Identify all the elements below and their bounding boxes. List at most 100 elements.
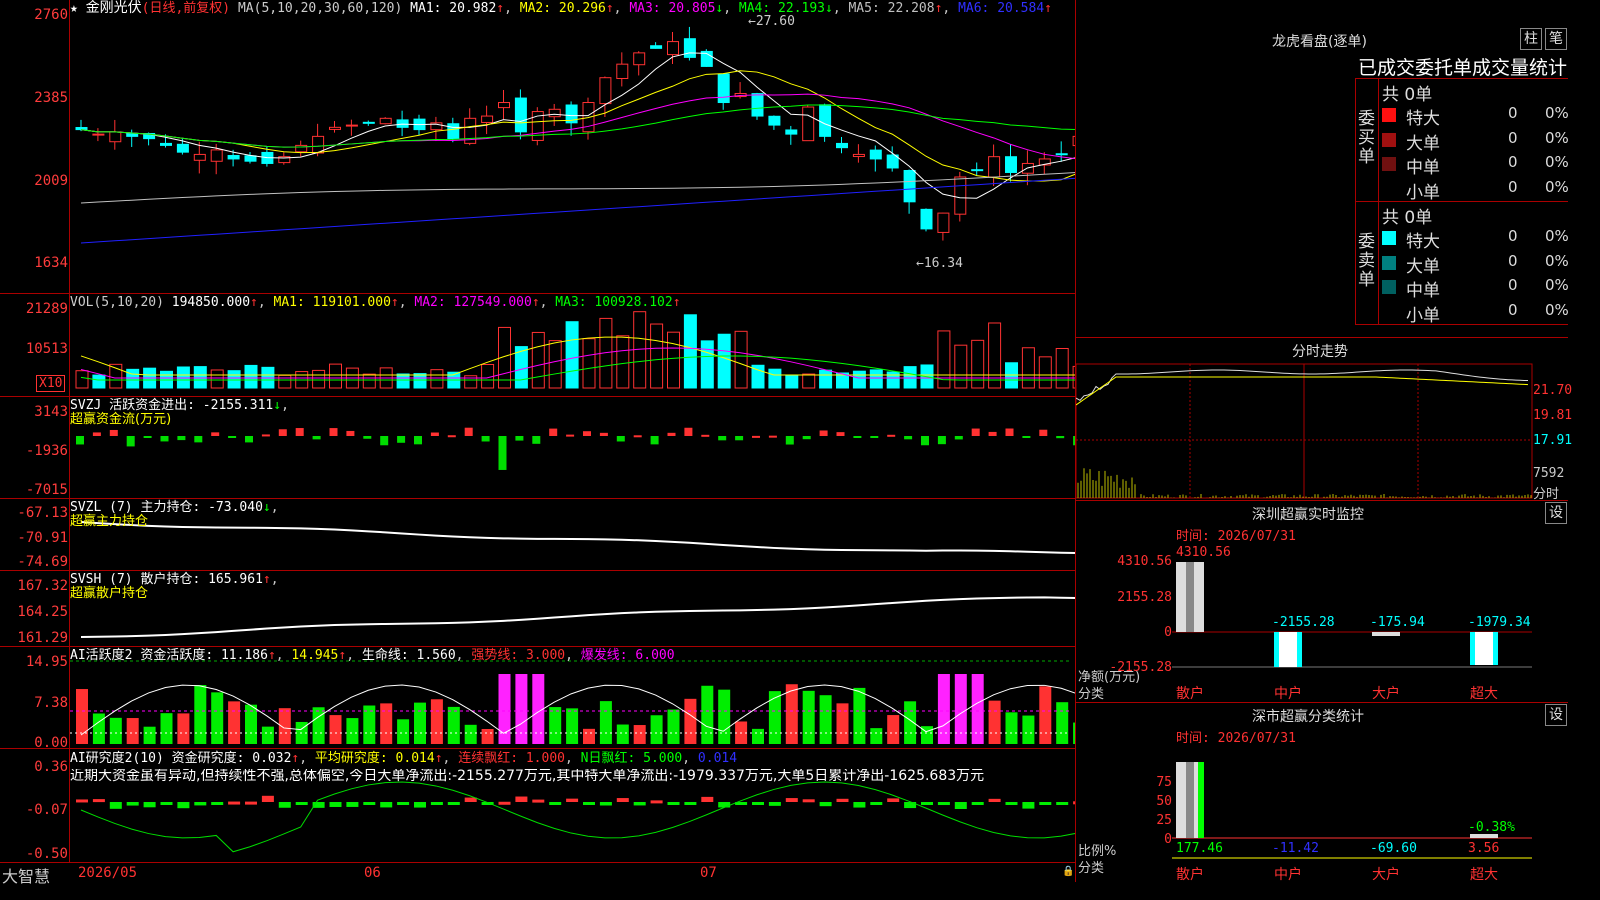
flow-bar xyxy=(566,434,575,437)
candle-body xyxy=(548,108,561,118)
volume-bar xyxy=(667,331,680,389)
ma3-value: MA3: 20.805 xyxy=(629,1,716,16)
candle-body xyxy=(650,45,663,49)
flow-bar xyxy=(447,435,456,438)
activity-bar xyxy=(143,726,156,744)
order-percent: 0% xyxy=(1545,177,1569,196)
candle-body xyxy=(785,129,798,135)
flow-bar xyxy=(92,432,101,436)
candle-body xyxy=(176,143,189,153)
sc-settings-button[interactable]: 设 xyxy=(1545,704,1567,726)
chart-area[interactable] xyxy=(0,0,1076,882)
candle-body xyxy=(227,155,240,160)
sc-value: -69.60 xyxy=(1370,841,1417,856)
research-bar xyxy=(633,802,646,806)
flow-bar xyxy=(870,436,879,438)
candle-body xyxy=(329,126,341,130)
order-count: 0 xyxy=(1508,300,1518,319)
volume-bar xyxy=(126,368,140,389)
flow-bar xyxy=(802,436,811,440)
sc-axis-label: 0 xyxy=(1164,832,1172,847)
candle-body xyxy=(447,123,460,140)
activity-bar xyxy=(430,699,443,744)
sc-cat-label: 大户 xyxy=(1372,867,1400,883)
volume-bar xyxy=(768,368,782,389)
sz-settings-button[interactable]: 设 xyxy=(1545,502,1567,524)
research-bar xyxy=(329,802,342,807)
activity-bar xyxy=(718,689,731,744)
candle-body xyxy=(599,77,612,105)
vol-unit-badge[interactable]: X10 xyxy=(36,375,66,392)
volume-bar xyxy=(312,369,326,389)
panel-sep xyxy=(0,646,1076,647)
order-type-label: 小单 xyxy=(1406,182,1440,203)
sc-axis-label: 25 xyxy=(1156,813,1172,828)
candle-body xyxy=(498,102,510,109)
ai1-axis-label: 14.95 xyxy=(25,654,68,670)
flow-bar xyxy=(397,436,406,443)
high-marker: ←27.60 xyxy=(748,14,795,29)
volume-bar xyxy=(531,331,545,389)
sz-cat-label: 大户 xyxy=(1372,686,1400,702)
flow-bar xyxy=(228,436,237,438)
retail-holding-line xyxy=(80,596,1076,638)
order-count: 0 xyxy=(1508,276,1518,294)
flow-bar xyxy=(245,436,253,443)
activity-bar xyxy=(329,715,342,744)
candle-body xyxy=(920,208,933,230)
research-bar xyxy=(853,802,866,808)
svsh-header: SVSH (7) 散户持仓: 165.961↑, xyxy=(70,572,279,587)
activity-bar xyxy=(380,703,393,744)
research-bar xyxy=(616,798,629,802)
research-bar xyxy=(92,799,105,803)
buy-total: 共 0单 xyxy=(1382,85,1433,105)
sz-value: 4310.56 xyxy=(1176,545,1231,560)
svzj-header: SVZJ 活跃资金进出: -2155.311↓, xyxy=(70,398,289,413)
research-bar xyxy=(532,799,545,803)
star-icon[interactable]: ★ xyxy=(70,1,78,16)
flow-bar xyxy=(363,436,372,439)
sell-total: 共 0单 xyxy=(1382,208,1433,228)
volume-bar xyxy=(717,333,731,389)
volume-bar xyxy=(903,366,917,389)
research-bar xyxy=(380,802,393,808)
order-count: 0 xyxy=(1508,227,1518,245)
research-bar xyxy=(1039,802,1052,805)
sc-cat-label: 散户 xyxy=(1176,867,1204,883)
research-bar xyxy=(278,802,291,808)
flow-bar xyxy=(160,436,169,442)
activity-bar xyxy=(211,692,224,744)
flow-bar xyxy=(904,436,913,440)
volume-bar xyxy=(244,364,258,389)
activity-bar xyxy=(988,700,1001,744)
intraday-avg-line xyxy=(1076,376,1529,406)
candle-body xyxy=(244,155,257,162)
candle-body xyxy=(971,169,984,172)
research-bar xyxy=(228,801,241,805)
research-bar xyxy=(549,802,562,805)
lhb-title: 龙虎看盘(逐单) xyxy=(1272,34,1367,50)
tick-mode-button[interactable]: 笔 xyxy=(1545,28,1567,50)
flow-bar xyxy=(430,432,439,436)
intraday-title: 分时走势 xyxy=(1292,344,1348,360)
ma2-value: MA2: 20.296 xyxy=(519,1,606,16)
bar-mode-button[interactable]: 柱 xyxy=(1520,28,1542,50)
flow-bar xyxy=(684,427,693,436)
order-percent: 0% xyxy=(1545,153,1569,171)
legend-swatch xyxy=(1382,304,1396,319)
sc-bar-retail-shade xyxy=(1186,762,1194,838)
intra-axis-label: 19.81 xyxy=(1533,408,1573,423)
sc-axis-label: 50 xyxy=(1156,794,1172,809)
flow-bar xyxy=(718,436,727,441)
sz-time: 时间: 2026/07/31 xyxy=(1176,529,1296,544)
svzj-axis-label: 3143 xyxy=(34,404,68,420)
flow-bar xyxy=(768,435,777,438)
order-count: 0 xyxy=(1508,153,1518,171)
research-bar xyxy=(143,802,156,808)
research-bar xyxy=(583,802,595,805)
ai2-comment: 近期大资金虽有异动,但持续性不强,总体偏空,今日大单净流出:-2155.277万… xyxy=(70,769,985,784)
research-bar xyxy=(76,799,88,803)
svsh-sub: 超赢散户持仓 xyxy=(70,586,149,601)
lock-icon[interactable]: 🔒 xyxy=(1062,866,1074,877)
kline-mode[interactable]: (日线,前复权) xyxy=(142,1,230,16)
